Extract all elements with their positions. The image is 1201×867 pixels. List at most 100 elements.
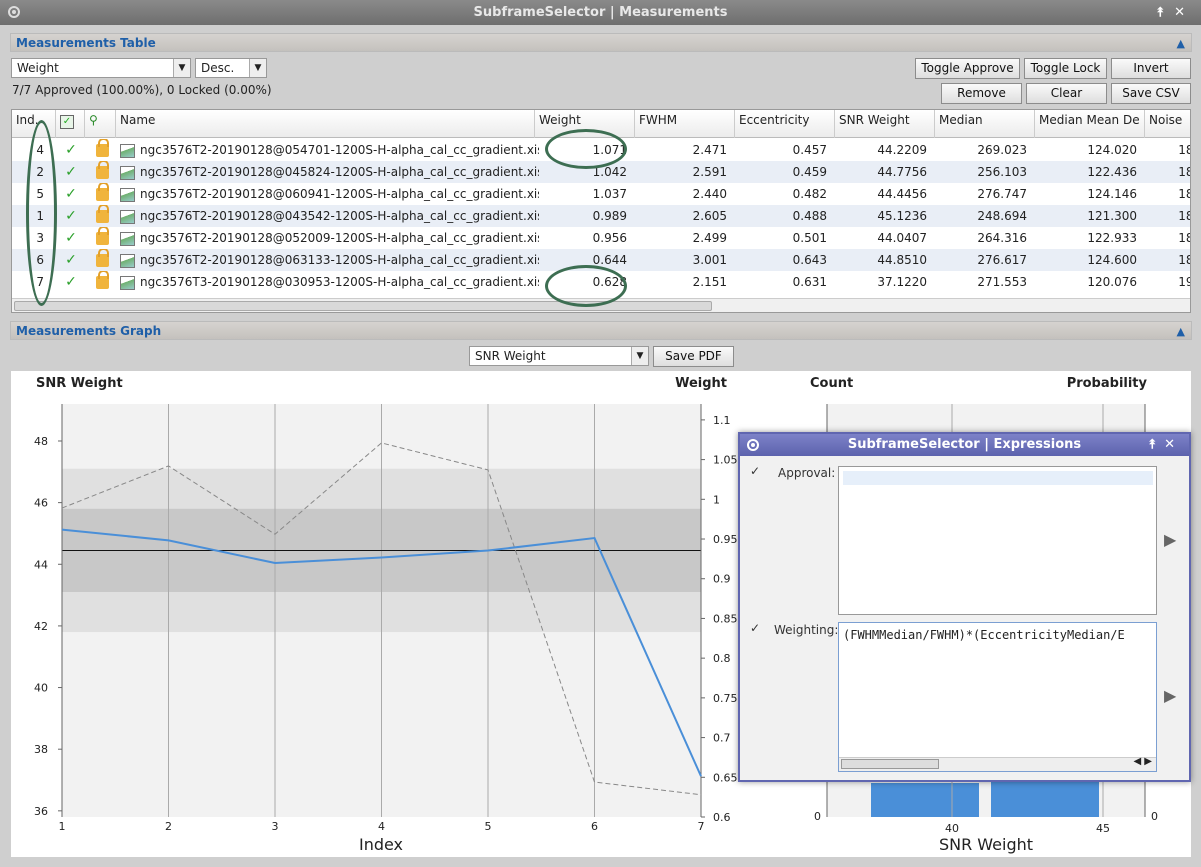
y-right-tick-label: 0.8 [713,652,731,665]
y-left-tick-label: 36 [34,805,48,818]
play-icon[interactable]: ▶ [1164,530,1176,549]
collapse-icon[interactable]: ▲ [1177,322,1185,341]
col-locked[interactable]: ⚲ [85,110,116,138]
col-eccentricity[interactable]: Eccentricity [735,110,835,138]
unlocked-icon[interactable] [92,161,112,183]
play-icon[interactable]: ▶ [1164,686,1176,705]
collapse-icon[interactable]: ▲ [1177,34,1185,53]
approved-column-icon: ✓ [60,115,74,129]
cell-snr: 44.2209 [877,143,927,157]
approval-label: Approval: [778,466,836,480]
sort-order-select[interactable]: Desc. ▼ [195,58,267,78]
y-left-tick-label: 48 [34,435,48,448]
y-right-tick-label: 0.7 [713,732,731,745]
unlocked-icon[interactable] [92,227,112,249]
section-title: Measurements Graph [16,324,162,338]
image-file-icon [120,187,135,202]
x-tick-label: 3 [272,820,279,833]
save-pdf-button[interactable]: Save PDF [653,346,734,367]
toggle-lock-button[interactable]: Toggle Lock [1024,58,1107,79]
approval-valid-icon: ✓ [750,464,761,478]
shade-icon[interactable]: ⯭ [1156,5,1174,20]
col-median-mean-dev[interactable]: Median Mean De [1035,110,1145,138]
close-icon[interactable]: ✕ [1164,437,1183,452]
invert-button[interactable]: Invert [1111,58,1191,79]
count-label: Count [810,376,853,391]
close-icon[interactable]: ✕ [1174,5,1195,20]
weighting-label: Weighting: [774,623,839,637]
col-noise[interactable]: Noise [1145,110,1190,138]
toggle-approve-button[interactable]: Toggle Approve [915,58,1020,79]
scroll-arrows-icon[interactable]: ◀ ▶ [1133,756,1152,767]
cell-name: ngc3576T2-20190128@043542-1200S-H-alpha_… [140,209,539,223]
approved-check-icon[interactable]: ✓ [58,183,84,205]
x-tick-label: 6 [591,820,598,833]
unlocked-icon[interactable] [92,249,112,271]
table-row[interactable]: 3 ngc3576T2-20190128@052009-1200S-H-alpha… [12,227,1190,249]
col-median[interactable]: Median [935,110,1035,138]
image-file-icon [120,165,135,180]
measurements-table-header[interactable]: Measurements Table ▲ [10,33,1192,52]
scrollbar-thumb[interactable] [841,759,939,769]
cell-fwhm: 3.001 [692,253,727,267]
table-row[interactable]: 5 ngc3576T2-20190128@060941-1200S-H-alpha… [12,183,1190,205]
approved-check-icon[interactable]: ✓ [58,205,84,227]
image-file-icon [120,209,135,224]
weighting-hscrollbar[interactable]: ◀ ▶ [839,756,1156,771]
cell-median: 276.617 [977,253,1027,267]
section-title: Measurements Table [16,36,156,50]
gear-icon[interactable] [6,4,22,20]
col-fwhm[interactable]: FWHM [635,110,735,138]
lock-column-icon: ⚲ [89,113,98,127]
save-csv-button[interactable]: Save CSV [1111,83,1191,104]
cell-mmd: 124.146 [1087,187,1137,201]
weighting-expression-input[interactable]: (FWHMMedian/FWHM)*(EccentricityMedian/E … [838,622,1157,772]
annotation-oval [26,120,57,306]
cell-median: 256.103 [977,165,1027,179]
unlocked-icon[interactable] [92,271,112,293]
approved-check-icon[interactable]: ✓ [58,161,84,183]
expressions-window[interactable]: SubframeSelector | Expressions ⯭✕ ✓ Appr… [738,432,1191,782]
remove-button[interactable]: Remove [941,83,1022,104]
window-title: SubframeSelector | Measurements [473,5,728,20]
cell-mmd: 124.020 [1087,143,1137,157]
gear-icon[interactable] [745,437,761,453]
approved-check-icon[interactable]: ✓ [58,249,84,271]
expressions-title: SubframeSelector | Expressions [847,437,1082,452]
clear-button[interactable]: Clear [1026,83,1107,104]
approved-check-icon[interactable]: ✓ [58,227,84,249]
cell-fwhm: 2.471 [692,143,727,157]
cell-fwhm: 2.499 [692,231,727,245]
x-tick-label: 1 [59,820,66,833]
cell-eccentricity: 0.631 [792,275,827,289]
y-right-tick-label: 0.6 [713,811,731,824]
unlocked-icon[interactable] [92,183,112,205]
col-snr-weight[interactable]: SNR Weight [835,110,935,138]
cell-name: ngc3576T2-20190128@063133-1200S-H-alpha_… [140,253,539,267]
unlocked-icon[interactable] [92,139,112,161]
cell-name: ngc3576T2-20190128@043542-1200S-H-alpha_… [120,205,539,227]
y-left-tick-label: 44 [34,558,48,571]
y-right-tick-label: 1.05 [713,454,738,467]
cell-snr: 44.8510 [877,253,927,267]
graph-property-select[interactable]: SNR Weight ▼ [469,346,649,366]
y-right-tick-label: 0.75 [713,692,738,705]
shade-icon[interactable]: ⯭ [1148,437,1164,452]
col-approved[interactable]: ✓ [56,110,85,138]
cell-median: 276.747 [977,187,1027,201]
col-name[interactable]: Name [116,110,535,138]
cell-fwhm: 2.605 [692,209,727,223]
approved-check-icon[interactable]: ✓ [58,139,84,161]
y-left-tick-label: 46 [34,497,48,510]
approval-expression-input[interactable] [838,466,1157,615]
measurements-graph-header[interactable]: Measurements Graph ▲ [10,321,1192,340]
y-left-tick-label: 40 [34,682,48,695]
cell-name: ngc3576T3-20190128@030953-1200S-H-alpha_… [140,275,539,289]
cell-median: 271.553 [977,275,1027,289]
sort-field-select[interactable]: Weight ▼ [11,58,191,78]
table-row[interactable]: 1 ngc3576T2-20190128@043542-1200S-H-alpha… [12,205,1190,227]
hist-x-axis-label: SNR Weight [939,835,1033,854]
cell-median: 248.694 [977,209,1027,223]
approved-check-icon[interactable]: ✓ [58,271,84,293]
unlocked-icon[interactable] [92,205,112,227]
